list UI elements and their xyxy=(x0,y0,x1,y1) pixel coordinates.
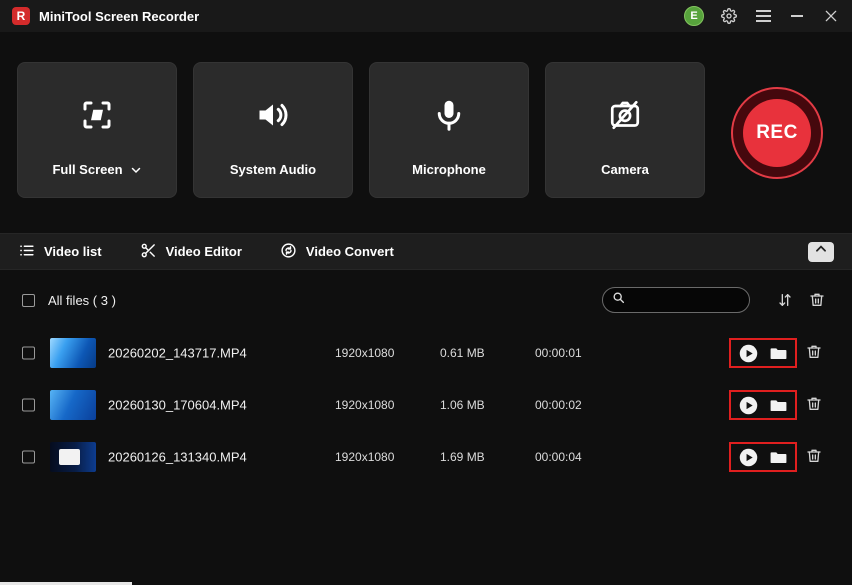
tab-label: Video Editor xyxy=(166,244,242,259)
titlebar: R MiniTool Screen Recorder E xyxy=(0,0,852,32)
file-duration: 00:00:04 xyxy=(535,450,582,464)
file-row: 20260126_131340.MP4 1920x1080 1.69 MB 00… xyxy=(0,431,852,483)
row-checkbox[interactable] xyxy=(22,451,35,464)
camera-label: Camera xyxy=(546,162,704,177)
microphone-label: Microphone xyxy=(370,162,528,177)
full-screen-card[interactable]: Full Screen xyxy=(17,62,177,198)
sort-icon[interactable] xyxy=(776,291,794,309)
delete-file-trash-icon[interactable] xyxy=(806,448,824,466)
fullscreen-icon xyxy=(18,97,176,133)
card-label-text: System Audio xyxy=(230,162,316,177)
search-input[interactable] xyxy=(631,292,740,308)
file-duration: 00:00:01 xyxy=(535,346,582,360)
card-label-text: Camera xyxy=(601,162,649,177)
file-row: 20260202_143717.MP4 1920x1080 0.61 MB 00… xyxy=(0,327,852,379)
search-icon xyxy=(612,291,625,309)
action-highlight-box xyxy=(729,390,797,420)
open-folder-icon[interactable] xyxy=(769,396,788,415)
video-thumbnail xyxy=(50,390,96,420)
file-name: 20260126_131340.MP4 xyxy=(108,450,247,465)
action-highlight-box xyxy=(729,442,797,472)
search-box[interactable] xyxy=(602,287,750,313)
tab-label: Video list xyxy=(44,244,102,259)
delete-all-trash-icon[interactable] xyxy=(808,291,826,309)
tab-label: Video Convert xyxy=(306,244,394,259)
scissors-icon xyxy=(140,242,157,262)
speaker-icon xyxy=(194,97,352,133)
video-thumbnail xyxy=(50,442,96,472)
play-button[interactable] xyxy=(738,343,759,364)
files-header: All files ( 3 ) xyxy=(0,278,852,322)
tab-video-list[interactable]: Video list xyxy=(18,242,102,262)
minimize-button[interactable] xyxy=(788,7,806,25)
full-screen-label: Full Screen xyxy=(18,162,176,177)
convert-icon xyxy=(280,242,297,262)
tab-video-convert[interactable]: Video Convert xyxy=(280,242,394,262)
recording-sources: Full Screen System Audio Micr xyxy=(17,62,705,198)
tab-video-editor[interactable]: Video Editor xyxy=(140,242,242,262)
account-avatar[interactable]: E xyxy=(684,6,704,26)
settings-gear-icon[interactable] xyxy=(720,7,738,25)
file-row: 20260130_170604.MP4 1920x1080 1.06 MB 00… xyxy=(0,379,852,431)
select-all-checkbox[interactable] xyxy=(22,294,35,307)
file-size: 1.69 MB xyxy=(440,450,485,464)
app-title: MiniTool Screen Recorder xyxy=(39,9,199,24)
row-checkbox[interactable] xyxy=(22,399,35,412)
system-audio-card[interactable]: System Audio xyxy=(193,62,353,198)
record-button-label: REC xyxy=(743,99,811,167)
chevron-down-icon[interactable] xyxy=(130,164,142,176)
file-resolution: 1920x1080 xyxy=(335,450,394,464)
file-name: 20260130_170604.MP4 xyxy=(108,398,247,413)
camera-off-icon xyxy=(546,97,704,133)
collapse-panel-button[interactable] xyxy=(808,242,834,262)
card-label-text: Microphone xyxy=(412,162,486,177)
record-button[interactable]: REC xyxy=(731,87,823,179)
open-folder-icon[interactable] xyxy=(769,448,788,467)
card-label-text: Full Screen xyxy=(52,162,122,177)
file-duration: 00:00:02 xyxy=(535,398,582,412)
microphone-icon xyxy=(370,97,528,133)
delete-file-trash-icon[interactable] xyxy=(806,344,824,362)
app-logo-icon: R xyxy=(12,7,30,25)
system-audio-label: System Audio xyxy=(194,162,352,177)
action-highlight-box xyxy=(729,338,797,368)
file-resolution: 1920x1080 xyxy=(335,346,394,360)
tabs-bar: Video list Video Editor Video Convert xyxy=(0,233,852,270)
list-icon xyxy=(18,242,35,262)
camera-card[interactable]: Camera xyxy=(545,62,705,198)
chevron-up-icon xyxy=(814,242,828,261)
play-button[interactable] xyxy=(738,395,759,416)
open-folder-icon[interactable] xyxy=(769,344,788,363)
file-size: 1.06 MB xyxy=(440,398,485,412)
titlebar-controls: E xyxy=(684,6,840,26)
menu-hamburger-icon[interactable] xyxy=(754,7,772,25)
all-files-label: All files ( 3 ) xyxy=(48,293,116,308)
row-checkbox[interactable] xyxy=(22,347,35,360)
close-button[interactable] xyxy=(822,7,840,25)
microphone-card[interactable]: Microphone xyxy=(369,62,529,198)
delete-file-trash-icon[interactable] xyxy=(806,396,824,414)
play-button[interactable] xyxy=(738,447,759,468)
file-name: 20260202_143717.MP4 xyxy=(108,346,247,361)
video-thumbnail xyxy=(50,338,96,368)
file-size: 0.61 MB xyxy=(440,346,485,360)
file-resolution: 1920x1080 xyxy=(335,398,394,412)
